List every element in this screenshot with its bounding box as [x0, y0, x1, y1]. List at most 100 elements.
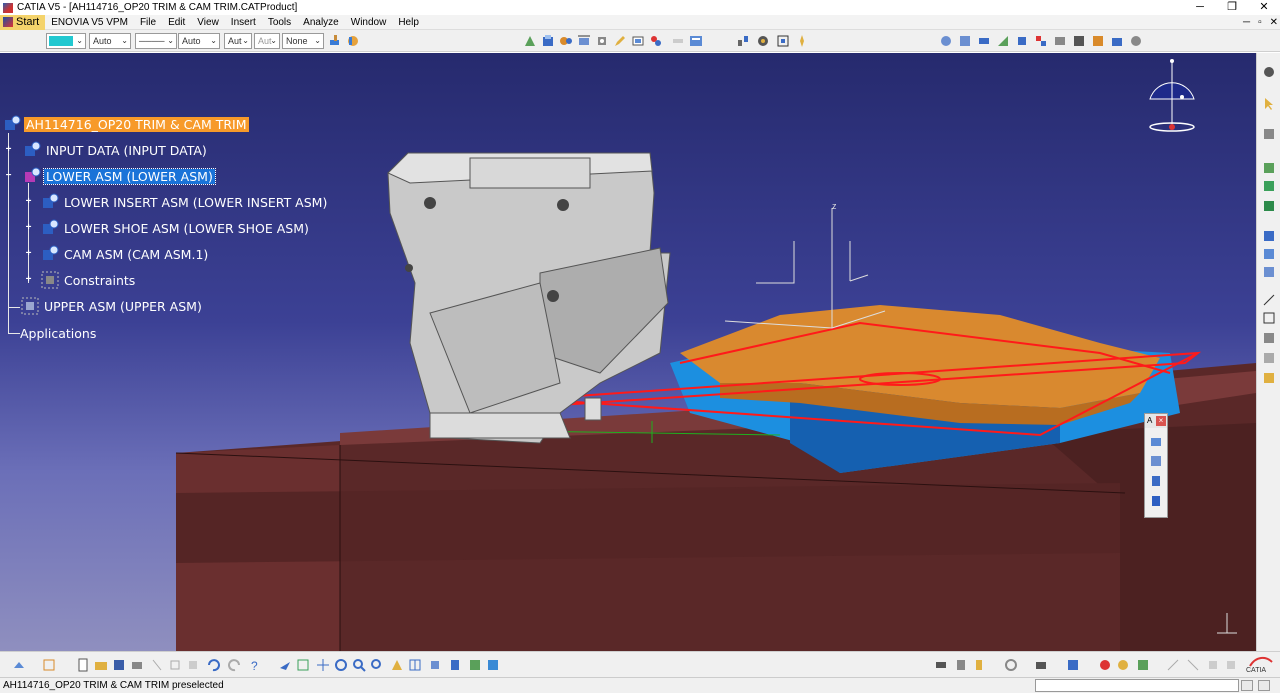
linetype-select[interactable]: ──── ⌄ [135, 33, 177, 49]
measure-between-icon[interactable] [954, 658, 968, 672]
zoom-in-icon[interactable] [352, 658, 366, 672]
menu-window[interactable]: Window [345, 15, 393, 30]
flexible-icon[interactable] [1072, 34, 1086, 48]
multi-view-icon[interactable] [408, 658, 422, 672]
rotate-icon[interactable] [334, 658, 348, 672]
constraint-offset-icon[interactable] [977, 34, 991, 48]
menu-insert[interactable]: Insert [225, 15, 262, 30]
color-select[interactable]: ⌄ [46, 33, 86, 49]
sketcher-icon[interactable] [12, 658, 26, 672]
tree-item-cam-asm[interactable]: CAM ASM (CAM ASM.1) [40, 244, 210, 264]
fit-all-icon[interactable] [776, 34, 790, 48]
close-icon[interactable]: × [1156, 416, 1166, 426]
whats-this-icon[interactable]: ? [248, 658, 262, 672]
change-constraint-icon[interactable] [1091, 34, 1105, 48]
floating-toolbar[interactable]: A × [1144, 413, 1168, 518]
reorder-icon[interactable] [1262, 265, 1276, 279]
grid-icon[interactable] [42, 658, 56, 672]
close-button[interactable]: ✕ [1248, 0, 1280, 15]
properties-icon[interactable] [1149, 494, 1163, 508]
update-all-icon[interactable] [1004, 658, 1018, 672]
undo-icon[interactable] [206, 658, 220, 672]
tree-item-constraints[interactable]: Constraints [40, 270, 137, 290]
command-help-button[interactable] [1241, 680, 1253, 691]
menu-analyze[interactable]: Analyze [297, 15, 345, 30]
constraint-angle-icon[interactable] [996, 34, 1010, 48]
catalog-icon[interactable] [689, 34, 703, 48]
expand-cam-asm[interactable]: + [24, 249, 33, 259]
shading-icon[interactable] [448, 658, 462, 672]
save-icon[interactable] [112, 658, 126, 672]
command-close-button[interactable] [1258, 680, 1270, 691]
menu-help[interactable]: Help [392, 15, 425, 30]
replace-component-icon[interactable] [1262, 229, 1276, 243]
graph-tree-icon[interactable] [1262, 247, 1276, 261]
paintbrush-icon[interactable] [328, 34, 342, 48]
print-icon[interactable] [130, 658, 144, 672]
explode-icon[interactable] [736, 34, 750, 48]
painter-icon[interactable] [346, 34, 360, 48]
pencil-icon[interactable] [613, 34, 627, 48]
expand-lower-shoe[interactable]: + [24, 223, 33, 233]
manipulate-icon[interactable] [577, 34, 591, 48]
measure-item-icon[interactable] [972, 658, 986, 672]
thickness-select[interactable]: Auto ⌄ [178, 33, 220, 49]
tree-item-lower-insert-asm[interactable]: LOWER INSERT ASM (LOWER INSERT ASM) [40, 192, 329, 212]
collapse-lower-asm[interactable]: − [4, 171, 13, 181]
open-file-icon[interactable] [94, 658, 108, 672]
expand-input-data[interactable]: + [4, 145, 13, 155]
swap-icon[interactable] [1262, 127, 1276, 141]
swap-visible-space-icon[interactable] [486, 658, 500, 672]
fix-component-icon[interactable] [1015, 34, 1029, 48]
text-icon[interactable] [1262, 311, 1276, 325]
annotation-icon[interactable] [1262, 293, 1276, 307]
compare-products-icon[interactable] [1136, 658, 1150, 672]
menu-enovia[interactable]: ENOVIA V5 VPM [45, 15, 134, 30]
constraint-contact-icon[interactable] [958, 34, 972, 48]
hide-show-icon[interactable] [468, 658, 482, 672]
3d-viewport[interactable]: z AH114716_OP20 TRIM & CAM TRIM + INPUT … [0, 53, 1256, 651]
fly-mode-icon[interactable] [278, 658, 292, 672]
catalog-browser-icon[interactable] [1149, 454, 1163, 468]
scene-icon[interactable] [1149, 434, 1163, 448]
insert-component-icon[interactable] [1262, 161, 1276, 175]
publication-icon[interactable] [1262, 371, 1276, 385]
tree-item-input-data[interactable]: INPUT DATA (INPUT DATA) [22, 140, 209, 160]
clash-icon[interactable] [649, 34, 663, 48]
component-icon[interactable] [559, 34, 573, 48]
select-icon[interactable] [1262, 97, 1276, 111]
filter-select[interactable]: None ⌄ [282, 33, 324, 49]
layer-select-a[interactable]: Aut ⌄ [224, 33, 252, 49]
camera-icon[interactable] [1034, 658, 1048, 672]
pan-icon[interactable] [316, 658, 330, 672]
menu-view[interactable]: View [191, 15, 225, 30]
zoom-out-icon[interactable] [370, 658, 384, 672]
compass-widget[interactable] [1138, 57, 1208, 137]
cog-icon[interactable] [1262, 65, 1276, 79]
product-icon[interactable] [541, 34, 555, 48]
doc-restore-button[interactable]: ▫ [1258, 15, 1262, 30]
tree-item-lower-asm[interactable]: LOWER ASM (LOWER ASM) [22, 166, 216, 186]
measure-icon[interactable] [631, 34, 645, 48]
reuse-pattern-icon[interactable] [1110, 34, 1124, 48]
start-menu[interactable]: Start [0, 14, 46, 30]
update-icon[interactable] [1129, 34, 1143, 48]
quick-constraint-icon[interactable] [1053, 34, 1067, 48]
fit-all-in-icon[interactable] [296, 658, 310, 672]
new-part-icon[interactable] [1262, 199, 1276, 213]
new-file-icon[interactable] [76, 658, 90, 672]
expand-constraints[interactable]: + [24, 275, 33, 285]
compass-move-icon[interactable] [795, 34, 809, 48]
new-product-icon[interactable] [1262, 179, 1276, 193]
iso-view-icon[interactable] [428, 658, 442, 672]
doc-close-button[interactable]: ✕ [1270, 15, 1278, 30]
menu-tools[interactable]: Tools [262, 15, 297, 30]
menu-file[interactable]: File [134, 15, 162, 30]
restore-button[interactable]: ❐ [1216, 0, 1248, 15]
sectioning-icon[interactable] [1066, 658, 1080, 672]
command-input[interactable] [1035, 679, 1239, 692]
analysis-icon[interactable] [934, 658, 948, 672]
fix-icon[interactable] [756, 34, 770, 48]
distance-band-icon[interactable] [1116, 658, 1130, 672]
transparency-select[interactable]: Auto ⌄ [89, 33, 131, 49]
